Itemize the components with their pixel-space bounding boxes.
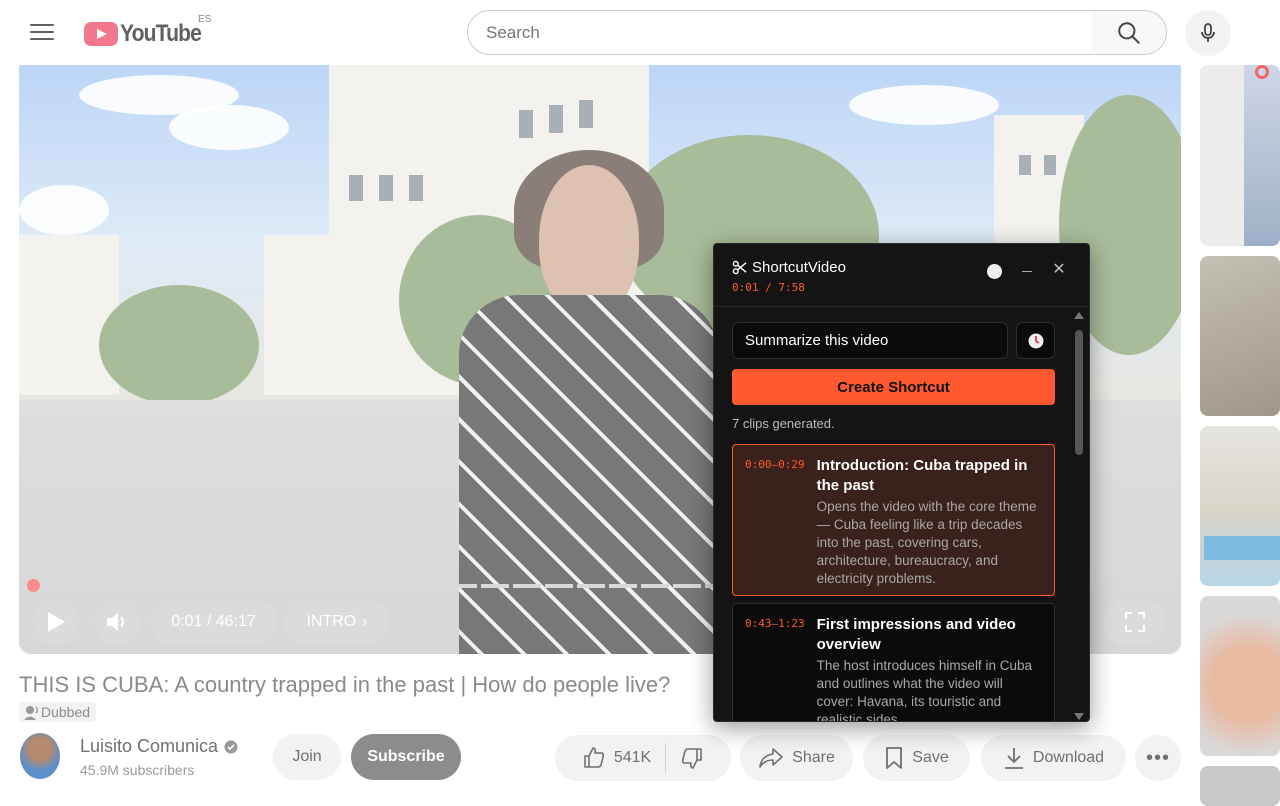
download-button[interactable]: Download [981,735,1126,781]
dislike-button[interactable] [680,746,704,770]
clips-count: 7 clips generated. [732,416,835,431]
subscriber-count: 45.9M subscribers [80,762,195,778]
channel-avatar[interactable] [20,733,60,779]
channel-name-text: Luisito Comunica [80,736,219,756]
save-label: Save [912,749,949,766]
download-label: Download [1032,749,1105,766]
timer-button[interactable] [1016,322,1055,359]
clip-time: 0:43–1:23 [745,617,805,630]
shortcut-panel: ShortcutVideo 0:01 / 7:58 ✕ Create Short… [713,243,1090,722]
like-button[interactable]: 541K [582,746,651,770]
chevron-right-icon: › [362,613,368,630]
save-button[interactable]: Save [863,735,970,781]
more-actions-button[interactable]: ••• [1135,735,1181,781]
thumbnail-image [1204,536,1280,560]
recommended-thumbnail[interactable] [1200,65,1280,246]
recommended-thumbnail[interactable] [1200,426,1280,586]
volume-icon [107,613,124,631]
prompt-input[interactable] [732,322,1008,359]
share-label: Share [792,749,835,766]
menu-icon[interactable] [30,22,54,42]
play-icon [48,612,65,632]
chapter-label: INTRO [306,613,357,630]
divider [665,743,667,773]
save-icon [886,747,903,769]
fullscreen-icon [1124,612,1145,632]
clip-item[interactable]: 0:00–0:29 Introduction: Cuba trapped in … [732,444,1055,596]
dubbed-icon [24,706,39,720]
country-code: ES [198,14,212,25]
share-icon [759,748,783,768]
timer-icon [1028,333,1043,348]
play-button[interactable] [33,599,79,645]
progress-scrubber[interactable] [27,579,40,592]
join-button[interactable]: Join [273,734,341,780]
chapter-button[interactable]: INTRO › [285,599,389,645]
clip-description: The host introduces himself in Cuba and … [816,658,1032,722]
search-icon [1118,21,1140,44]
scissors-icon [732,260,747,275]
download-icon [1004,748,1023,769]
logo-text: YouTube [120,20,202,47]
dubbed-label: Dubbed [41,704,91,720]
like-dislike-group: 541K [555,735,731,781]
clip-title: First impressions and video overview [816,616,1016,653]
clip-time: 0:00–0:29 [745,458,805,471]
create-shortcut-button[interactable]: Create Shortcut [732,369,1055,405]
recommended-thumbnail[interactable] [1200,766,1280,806]
panel-title-text: ShortcutVideo [752,259,846,276]
thumbnail-logo [1255,65,1269,79]
panel-title: ShortcutVideo [732,259,846,276]
panel-time: 0:01 / 7:58 [732,281,805,294]
minimize-button[interactable] [1022,271,1032,272]
theme-toggle[interactable] [987,264,1002,279]
verified-icon [224,740,238,753]
panel-header: ShortcutVideo 0:01 / 7:58 ✕ [714,244,1089,307]
voice-search-button[interactable] [1185,10,1231,56]
volume-button[interactable] [94,599,140,645]
video-title: THIS IS CUBA: A country trapped in the p… [19,672,671,697]
search-button[interactable] [1092,10,1167,55]
scroll-down-icon[interactable] [1074,713,1084,720]
like-count: 541K [613,749,652,766]
thumbnail-image [1244,65,1280,246]
search-input[interactable] [467,10,1093,55]
subscribe-button[interactable]: Subscribe [351,734,461,780]
youtube-play-icon [84,22,118,46]
dislike-icon [682,748,702,769]
time-display: 0:01 / 46:17 [150,599,277,645]
dubbed-badge: Dubbed [19,702,97,722]
clip-title: Introduction: Cuba trapped in the past [816,457,1028,494]
share-button[interactable]: Share [740,735,853,781]
clip-item[interactable]: 0:43–1:23 First impressions and video ov… [732,603,1055,722]
recommended-thumbnail[interactable] [1200,256,1280,416]
panel-scrollbar[interactable] [1074,312,1084,720]
scroll-thumb[interactable] [1075,330,1083,455]
clip-description: Opens the video with the core theme — Cu… [816,499,1037,586]
youtube-logo[interactable]: YouTube ES [84,14,212,48]
fullscreen-button[interactable] [1103,599,1166,645]
recommended-thumbnail[interactable] [1200,596,1280,756]
like-icon [584,747,604,768]
mic-icon [1201,23,1215,42]
scroll-up-icon[interactable] [1074,312,1084,319]
channel-name[interactable]: Luisito Comunica [80,736,238,757]
close-icon[interactable]: ✕ [1051,262,1067,278]
